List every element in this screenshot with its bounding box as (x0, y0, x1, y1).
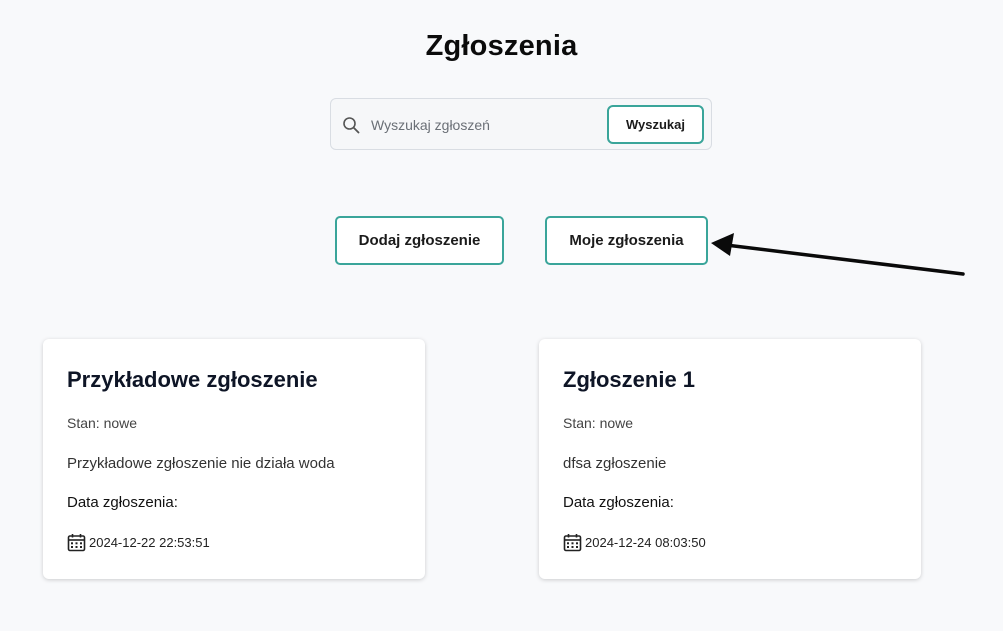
report-title: Zgłoszenie 1 (563, 367, 696, 392)
report-date: 2024-12-22 22:53:51 (67, 533, 210, 552)
add-report-button[interactable]: Dodaj zgłoszenie (335, 216, 504, 265)
page-title: Zgłoszenia (425, 30, 578, 62)
report-date-label: Data zgłoszenia: (563, 494, 674, 511)
search-bar: Wyszukaj (330, 98, 712, 150)
report-description: Przykładowe zgłoszenie nie działa woda (67, 455, 335, 472)
calendar-icon (67, 534, 86, 552)
report-date-value: 2024-12-24 08:03:50 (585, 535, 706, 550)
report-date: 2024-12-24 08:03:50 (563, 533, 706, 552)
my-reports-button[interactable]: Moje zgłoszenia (545, 216, 708, 265)
report-title: Przykładowe zgłoszenie (67, 367, 318, 392)
calendar-icon (563, 534, 582, 552)
report-date-value: 2024-12-22 22:53:51 (89, 535, 210, 550)
search-icon (343, 117, 360, 134)
report-card[interactable]: Zgłoszenie 1 Stan: nowe dfsa zgłoszenie … (539, 339, 921, 579)
report-status: Stan: nowe (67, 415, 138, 431)
search-button[interactable]: Wyszukaj (607, 105, 704, 144)
annotation-arrow (711, 233, 965, 276)
page: Zgłoszenia Wyszukaj Dodaj zgłoszenie Moj… (0, 0, 1003, 631)
search-input[interactable] (371, 113, 591, 137)
report-date-label: Data zgłoszenia: (67, 494, 178, 511)
report-status: Stan: nowe (563, 415, 634, 431)
report-description: dfsa zgłoszenie (563, 455, 667, 472)
report-card[interactable]: Przykładowe zgłoszenie Stan: nowe Przykł… (43, 339, 425, 579)
